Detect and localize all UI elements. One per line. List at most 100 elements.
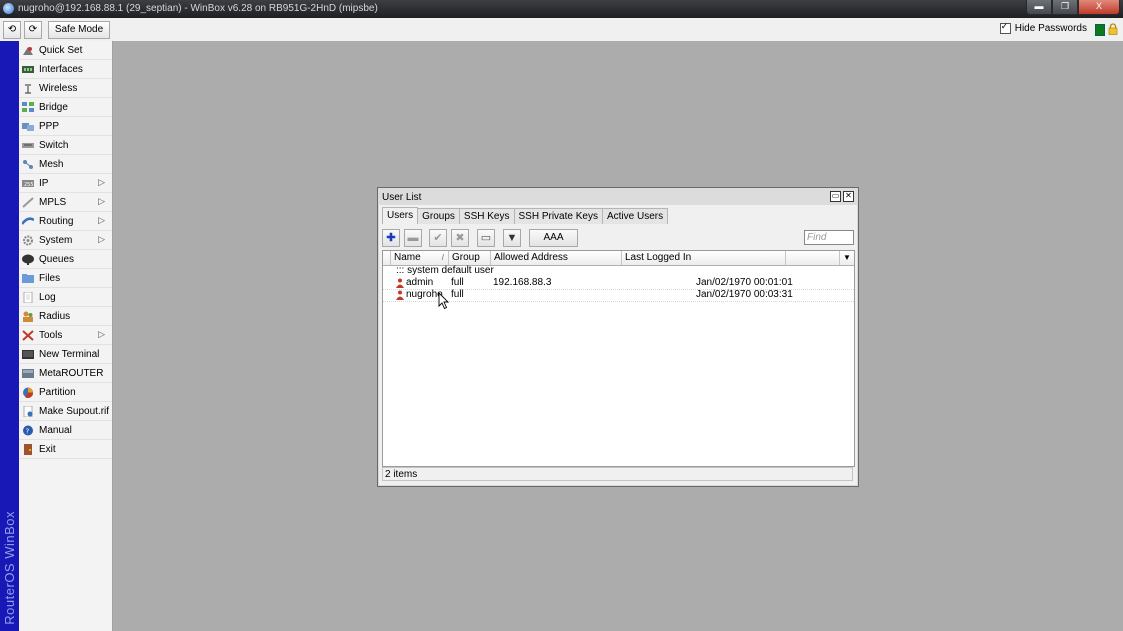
wireless-icon — [25, 83, 31, 94]
queues-icon — [22, 254, 34, 265]
sidebar-item-label: Wireless — [39, 82, 78, 94]
status-bar: 2 items — [382, 467, 853, 481]
remove-button[interactable]: ▬ — [404, 229, 422, 247]
sidebar-item-label: PPP — [39, 120, 60, 132]
hide-passwords-toggle[interactable]: Hide Passwords — [999, 21, 1087, 34]
safe-mode-status-indicator — [1095, 24, 1105, 36]
quick-set-icon — [23, 46, 33, 55]
title-bar: nugroho@192.168.88.1 (29_septian) - WinB… — [0, 0, 1123, 18]
close-window-button[interactable]: ✕ — [843, 191, 854, 202]
sidebar-item-label: Exit — [39, 443, 56, 455]
routing-icon — [22, 216, 34, 225]
ip-icon: 255 — [22, 179, 34, 188]
sidebar-item-wireless[interactable]: Wireless — [19, 79, 112, 98]
column-label: Name — [394, 252, 421, 263]
add-button[interactable]: ✚ — [382, 229, 400, 247]
minimize-button[interactable]: ▬ — [1026, 0, 1052, 15]
interfaces-icon — [22, 65, 34, 73]
sidebar-item-system[interactable]: System ▷ — [19, 231, 112, 250]
user-list-window: User List ▭ ✕ Users Groups SSH Keys SSH … — [377, 187, 859, 487]
tab-groups[interactable]: Groups — [417, 208, 460, 224]
maximize-window-button[interactable]: ▭ — [830, 191, 841, 202]
sidebar-item-ppp[interactable]: PPP — [19, 117, 112, 136]
submenu-arrow-icon: ▷ — [98, 329, 105, 339]
sidebar-item-log[interactable]: Log — [19, 288, 112, 307]
comment-button[interactable]: ▭ — [477, 229, 495, 247]
sidebar-item-tools[interactable]: Tools ▷ — [19, 326, 112, 345]
svg-text:255: 255 — [24, 182, 34, 188]
submenu-arrow-icon: ▷ — [98, 234, 105, 244]
radius-icon — [23, 311, 33, 322]
column-header-spacer — [383, 251, 391, 265]
sidebar-item-make-supout[interactable]: Make Supout.rif — [19, 402, 112, 421]
redo-icon: ⟳ — [28, 24, 38, 35]
sidebar-item-label: Make Supout.rif — [39, 405, 110, 417]
row-comment: ::: system default user — [396, 265, 494, 276]
column-chooser-dropdown[interactable]: ▼ — [840, 251, 854, 265]
column-header-last-logged-in[interactable]: Last Logged In — [622, 251, 786, 265]
lock-icon — [1108, 23, 1118, 35]
undo-button[interactable]: ⟲ — [3, 21, 21, 39]
undo-icon: ⟲ — [7, 24, 17, 35]
user-icon — [396, 278, 404, 288]
table-row[interactable]: nugroho full Jan/02/1970 00:03:31 — [383, 289, 854, 302]
cell-allowed-address: 192.168.88.3 — [493, 277, 552, 288]
manual-icon: ? — [23, 425, 33, 435]
aaa-button[interactable]: AAA — [529, 229, 578, 247]
sidebar-item-label: Manual — [39, 424, 72, 436]
tab-active-users[interactable]: Active Users — [601, 208, 669, 224]
column-header-allowed-address[interactable]: Allowed Address — [491, 251, 622, 265]
sidebar-item-metarouter[interactable]: MetaROUTER — [19, 364, 112, 383]
sidebar-item-manual[interactable]: ? Manual — [19, 421, 112, 440]
sidebar-item-switch[interactable]: Switch — [19, 136, 112, 155]
log-icon — [23, 291, 33, 303]
sidebar-item-mesh[interactable]: Mesh — [19, 155, 112, 174]
maximize-button[interactable]: ❐ — [1052, 0, 1078, 15]
hide-passwords-checkbox[interactable] — [999, 21, 1011, 34]
sidebar-item-new-terminal[interactable]: New Terminal — [19, 345, 112, 364]
sidebar-item-files[interactable]: Files — [19, 269, 112, 288]
sidebar-item-label: Switch — [39, 139, 69, 151]
cell-group: full — [451, 289, 464, 300]
brand-label: RouterOS WinBox — [2, 511, 17, 625]
column-header-group[interactable]: Group — [449, 251, 491, 265]
submenu-arrow-icon: ▷ — [98, 196, 105, 206]
sidebar-item-partition[interactable]: Partition — [19, 383, 112, 402]
sort-indicator-icon: / — [441, 253, 444, 262]
cell-last-logged-in: Jan/02/1970 00:03:31 — [696, 289, 793, 300]
brand-bar: RouterOS WinBox — [0, 41, 19, 631]
redo-button[interactable]: ⟳ — [24, 21, 42, 39]
comment-icon: ▭ — [480, 232, 492, 244]
find-input[interactable] — [804, 230, 854, 245]
sidebar-item-bridge[interactable]: Bridge — [19, 98, 112, 117]
minus-icon: ▬ — [407, 232, 419, 244]
sidebar-item-label: Quick Set — [39, 44, 83, 56]
filter-button[interactable]: ▼ — [503, 229, 521, 247]
tab-users[interactable]: Users — [382, 207, 419, 224]
supout-icon — [23, 405, 33, 417]
sidebar-item-quick-set[interactable]: Quick Set — [19, 41, 112, 60]
sidebar-item-queues[interactable]: Queues — [19, 250, 112, 269]
sidebar-item-radius[interactable]: Radius — [19, 307, 112, 326]
switch-icon — [22, 142, 34, 148]
sidebar-item-mpls[interactable]: MPLS ▷ — [19, 193, 112, 212]
enable-button[interactable]: ✔ — [429, 229, 447, 247]
user-list-tabs: Users Groups SSH Keys SSH Private Keys A… — [382, 207, 669, 225]
tab-ssh-private-keys[interactable]: SSH Private Keys — [513, 208, 603, 224]
sidebar-item-label: Log — [39, 291, 56, 303]
sidebar-item-exit[interactable]: Exit — [19, 440, 112, 459]
sidebar-item-routing[interactable]: Routing ▷ — [19, 212, 112, 231]
tab-ssh-keys[interactable]: SSH Keys — [458, 208, 515, 224]
sidebar-item-label: Radius — [39, 310, 71, 322]
user-list-titlebar[interactable]: User List ▭ ✕ — [378, 188, 858, 205]
submenu-arrow-icon: ▷ — [98, 177, 105, 187]
disable-button[interactable]: ✖ — [451, 229, 469, 247]
safe-mode-button[interactable]: Safe Mode — [48, 21, 110, 39]
column-header-name[interactable]: Name / — [391, 251, 449, 265]
close-button[interactable]: X — [1078, 0, 1120, 15]
sidebar-item-ip[interactable]: 255 IP ▷ — [19, 174, 112, 193]
sidebar-item-interfaces[interactable]: Interfaces — [19, 60, 112, 79]
hide-passwords-label: Hide Passwords — [1014, 23, 1087, 34]
filter-icon: ▼ — [506, 232, 518, 244]
user-list-title: User List — [382, 192, 422, 203]
